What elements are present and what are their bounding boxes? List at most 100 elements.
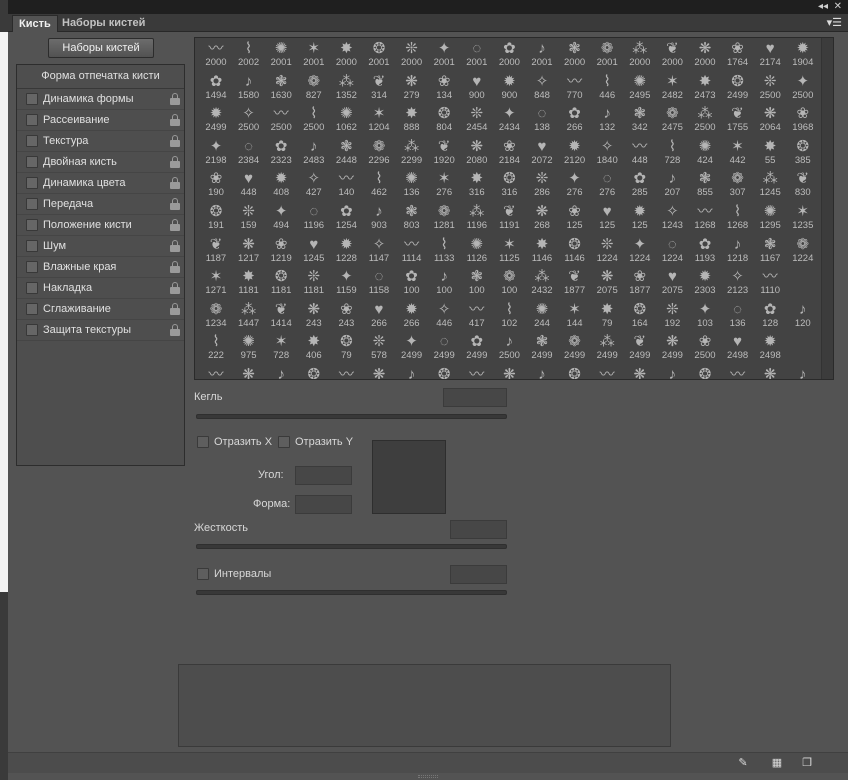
brush-tip-cell[interactable]: ❂ — [558, 364, 590, 380]
brush-tip-cell[interactable]: ♥ 2072 — [525, 136, 557, 169]
brush-tip-cell[interactable]: ✧ 1243 — [655, 201, 687, 234]
brush-tip-cell[interactable]: ✹ 2120 — [558, 136, 590, 169]
brush-tip-cell[interactable]: ◌ 276 — [590, 168, 622, 201]
brush-setting-item[interactable]: Сглаживание — [17, 299, 184, 320]
brush-tip-cell[interactable]: ✦ 276 — [558, 168, 590, 201]
brush-tip-cell[interactable]: ❋ 268 — [525, 201, 557, 234]
brush-tip-cell[interactable]: ✺ 975 — [232, 331, 264, 364]
brush-tip-cell[interactable]: ❦ 830 — [786, 168, 818, 201]
brush-tip-cell[interactable]: ⁂ 2500 — [688, 103, 720, 136]
tab-brush-presets[interactable]: Наборы кистей — [56, 15, 151, 32]
brush-tip-cell[interactable]: ❀ 134 — [427, 71, 459, 104]
lock-icon[interactable] — [170, 282, 180, 294]
lock-icon[interactable] — [170, 324, 180, 336]
brush-tip-cell[interactable]: ✧ 1147 — [362, 234, 394, 267]
brush-tip-cell[interactable]: ❦ 1191 — [492, 201, 524, 234]
brush-tip-cell[interactable]: ⁂ 2000 — [623, 38, 655, 71]
brush-tip-cell[interactable]: ❂ — [297, 364, 329, 380]
lock-icon[interactable] — [170, 177, 180, 189]
brush-tip-cell[interactable]: ✿ 1494 — [199, 71, 231, 104]
brush-tip-cell[interactable]: ✶ 276 — [427, 168, 459, 201]
brush-tip-cell[interactable]: 〰 1268 — [688, 201, 720, 234]
brush-tip-cell[interactable]: ❋ 1217 — [232, 234, 264, 267]
brush-tip-cell[interactable]: ✸ 1146 — [525, 234, 557, 267]
brush-tip-cell[interactable]: ⌇ 2500 — [297, 103, 329, 136]
brush-tip-cell[interactable]: ⁂ 1352 — [329, 71, 361, 104]
brush-tip-cell[interactable]: ❦ 1920 — [427, 136, 459, 169]
grid-scrollbar[interactable] — [821, 38, 833, 379]
brush-tip-cell[interactable]: ✧ 2123 — [721, 266, 753, 299]
brush-tip-cell[interactable]: ❦ 2499 — [623, 331, 655, 364]
brush-tip-cell[interactable]: ♪ — [525, 364, 557, 380]
brush-tip-cell[interactable]: ✿ 2000 — [492, 38, 524, 71]
brush-tip-cell[interactable]: ✺ 136 — [395, 168, 427, 201]
brush-tip-cell[interactable]: ♥ 900 — [460, 71, 492, 104]
brush-tip-cell[interactable]: ✦ 494 — [264, 201, 296, 234]
brush-tip-cell[interactable]: ❁ 307 — [721, 168, 753, 201]
brush-tip-cell[interactable]: ⁂ 1447 — [232, 299, 264, 332]
brush-tip-cell[interactable]: ❀ 1764 — [721, 38, 753, 71]
brush-tip-cell[interactable]: ❂ — [427, 364, 459, 380]
setting-checkbox[interactable] — [26, 282, 38, 294]
brush-tip-cell[interactable]: ✧ 427 — [297, 168, 329, 201]
brush-tip-cell[interactable]: ❊ 1181 — [297, 266, 329, 299]
brush-tip-cell[interactable]: ⌇ 1133 — [427, 234, 459, 267]
angle-field[interactable] — [295, 466, 352, 485]
brush-tip-cell[interactable]: ✦ 2499 — [395, 331, 427, 364]
brush-tip-cell[interactable]: ✺ 244 — [525, 299, 557, 332]
lock-icon[interactable] — [170, 219, 180, 231]
brush-tip-cell[interactable]: ✶ 1204 — [362, 103, 394, 136]
brush-tip-cell[interactable]: ✶ 2001 — [297, 38, 329, 71]
brush-tip-cell[interactable]: ❀ 2184 — [492, 136, 524, 169]
lock-icon[interactable] — [170, 114, 180, 126]
brush-tip-cell[interactable]: ❊ 1224 — [590, 234, 622, 267]
brush-tip-cell[interactable]: ❋ 2075 — [590, 266, 622, 299]
brush-tip-cell[interactable]: ❃ 100 — [460, 266, 492, 299]
brush-tip-cell[interactable]: ❁ 2475 — [655, 103, 687, 136]
brush-setting-item[interactable]: Рассеивание — [17, 110, 184, 131]
brush-tip-cell[interactable]: ❀ 1877 — [623, 266, 655, 299]
brush-tip-cell[interactable]: ✹ 2498 — [753, 331, 785, 364]
brush-tip-cell[interactable]: ♪ 2483 — [297, 136, 329, 169]
brush-tip-cell[interactable]: 〰 — [721, 364, 753, 380]
brush-tip-cell[interactable]: ✦ 2434 — [492, 103, 524, 136]
brush-tip-cell[interactable]: ❂ 804 — [427, 103, 459, 136]
brush-tip-cell[interactable]: ⁂ 1245 — [753, 168, 785, 201]
hardness-slider[interactable] — [196, 544, 507, 549]
lock-icon[interactable] — [170, 240, 180, 252]
brush-tip-cell[interactable]: ⁂ 2299 — [395, 136, 427, 169]
lock-icon[interactable] — [170, 303, 180, 315]
brush-tip-cell[interactable]: ❀ 1219 — [264, 234, 296, 267]
brush-tip-cell[interactable]: 〰 — [460, 364, 492, 380]
brush-tip-cell[interactable]: ◌ 138 — [525, 103, 557, 136]
setting-checkbox[interactable] — [26, 93, 38, 105]
brush-tip-cell[interactable]: ✹ 2499 — [199, 103, 231, 136]
brush-tip-cell[interactable]: ♪ 132 — [590, 103, 622, 136]
brush-tip-cell[interactable]: ✺ 1062 — [329, 103, 361, 136]
brush-setting-item[interactable]: Влажные края — [17, 257, 184, 278]
brush-tip-cell[interactable]: ❂ 191 — [199, 201, 231, 234]
brush-tip-cell[interactable]: ❃ 1167 — [753, 234, 785, 267]
brush-tip-cell[interactable]: ❂ 385 — [786, 136, 818, 169]
brush-tip-cell[interactable]: ❦ 1414 — [264, 299, 296, 332]
brush-setting-item[interactable]: Защита текстуры — [17, 320, 184, 341]
brush-tip-cell[interactable]: ❂ 1181 — [264, 266, 296, 299]
brush-tip-cell[interactable]: ♪ 2001 — [525, 38, 557, 71]
brush-tip-cell[interactable]: ⌇ 446 — [590, 71, 622, 104]
brush-tip-cell[interactable]: ✸ 406 — [297, 331, 329, 364]
brush-tip-cell[interactable]: ⌇ 2002 — [232, 38, 264, 71]
brush-tip-cell[interactable]: ❁ 1281 — [427, 201, 459, 234]
brush-tip-cell[interactable]: ❋ 2064 — [753, 103, 785, 136]
brush-tip-cell[interactable]: ❂ 2001 — [362, 38, 394, 71]
brush-tip-cell[interactable]: ♪ — [786, 364, 818, 380]
brush-tip-cell[interactable]: ◌ 136 — [721, 299, 753, 332]
brush-tip-cell[interactable]: ✶ 728 — [264, 331, 296, 364]
brush-tip-cell[interactable]: ✹ 1904 — [786, 38, 818, 71]
brush-tip-cell[interactable]: 〰 448 — [623, 136, 655, 169]
brush-tip-cell[interactable]: ◌ 2001 — [460, 38, 492, 71]
brush-tip-cell[interactable]: ♥ 448 — [232, 168, 264, 201]
brush-tip-cell[interactable]: ❊ 2500 — [753, 71, 785, 104]
brush-tip-cell[interactable]: ❃ 803 — [395, 201, 427, 234]
brush-tip-cell[interactable]: ✦ 1224 — [623, 234, 655, 267]
brush-tip-cell[interactable]: ❃ 1630 — [264, 71, 296, 104]
